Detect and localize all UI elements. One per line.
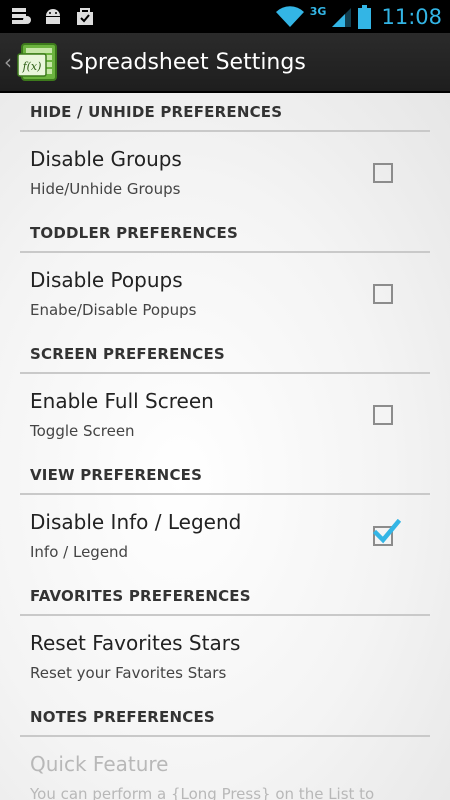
category-title: SCREEN PREFERENCES xyxy=(30,345,225,363)
category-title: TODDLER PREFERENCES xyxy=(30,224,238,242)
category-toddler: TODDLER PREFERENCES xyxy=(20,214,430,253)
action-bar: ‹ f(x) Spreadsheet Settings xyxy=(0,33,450,93)
up-navigation-icon[interactable]: ‹ xyxy=(4,50,14,74)
app-icon[interactable]: f(x) xyxy=(16,40,60,84)
disable-groups-checkbox[interactable] xyxy=(373,163,393,183)
pref-disable-popups[interactable]: Disable Popups Enabe/Disable Popups xyxy=(0,253,450,335)
network-type-label: 3G xyxy=(309,5,327,18)
info-legend-checkbox[interactable] xyxy=(373,519,401,546)
category-notes: NOTES PREFERENCES xyxy=(20,698,430,737)
wifi-icon xyxy=(275,5,304,27)
pref-quick-feature: Quick Feature You can perform a {Long Pr… xyxy=(0,737,450,800)
pref-disable-info-legend[interactable]: Disable Info / Legend Info / Legend xyxy=(0,495,450,577)
checkmark-icon xyxy=(373,519,401,544)
signal-icon xyxy=(332,7,352,27)
pref-title: Reset Favorites Stars xyxy=(30,631,241,655)
pref-summary: Toggle Screen xyxy=(30,422,135,440)
pref-title: Disable Info / Legend xyxy=(30,510,242,534)
category-title: VIEW PREFERENCES xyxy=(30,466,203,484)
pref-summary: Hide/Unhide Groups xyxy=(30,180,181,198)
category-title: NOTES PREFERENCES xyxy=(30,708,215,726)
pref-summary: Reset your Favorites Stars xyxy=(30,664,227,682)
pref-summary: Enabe/Disable Popups xyxy=(30,301,197,319)
disable-popups-checkbox[interactable] xyxy=(373,284,393,304)
pref-reset-favorites[interactable]: Reset Favorites Stars Reset your Favorit… xyxy=(0,616,450,698)
full-screen-checkbox[interactable] xyxy=(373,405,393,425)
shopping-bag-icon xyxy=(77,8,93,25)
clock: 11:08 xyxy=(381,4,442,29)
category-title: HIDE / UNHIDE PREFERENCES xyxy=(30,103,283,121)
pref-title: Enable Full Screen xyxy=(30,389,214,413)
storage-notification-icon xyxy=(12,8,31,24)
category-screen: SCREEN PREFERENCES xyxy=(20,335,430,374)
status-bar: 3G 11:08 xyxy=(0,0,450,33)
category-view: VIEW PREFERENCES xyxy=(20,456,430,495)
category-hide-unhide: HIDE / UNHIDE PREFERENCES xyxy=(20,93,430,132)
pref-summary: Info / Legend xyxy=(30,543,129,561)
pref-summary: You can perform a {Long Press} on the Li… xyxy=(30,785,375,800)
page-title: Spreadsheet Settings xyxy=(70,49,306,75)
pref-title: Disable Groups xyxy=(30,147,182,171)
preferences-list[interactable]: HIDE / UNHIDE PREFERENCES Disable Groups… xyxy=(0,93,450,800)
app-icon-text: f(x) xyxy=(22,60,42,73)
pref-enable-full-screen[interactable]: Enable Full Screen Toggle Screen xyxy=(0,374,450,456)
category-favorites: FAVORITES PREFERENCES xyxy=(20,577,430,616)
battery-icon xyxy=(358,4,372,29)
android-icon xyxy=(46,9,60,24)
pref-title: Disable Popups xyxy=(30,268,183,292)
pref-title: Quick Feature xyxy=(30,752,169,776)
pref-disable-groups[interactable]: Disable Groups Hide/Unhide Groups xyxy=(0,132,450,214)
category-title: FAVORITES PREFERENCES xyxy=(30,587,251,605)
